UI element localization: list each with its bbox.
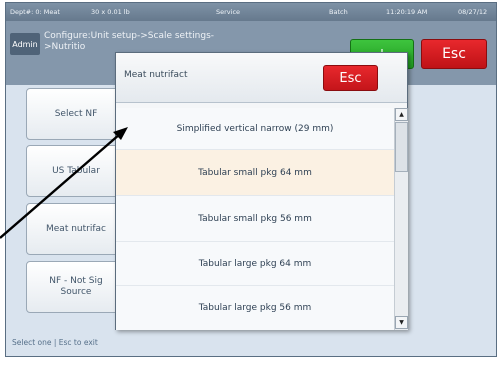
breadcrumb: Configure:Unit setup->Scale settings- >N… (44, 31, 214, 53)
status-batch: Batch (329, 8, 348, 16)
scroll-up-arrow-icon[interactable]: ▲ (395, 108, 408, 121)
list-item[interactable]: Tabular large pkg 56 mm (116, 286, 394, 330)
nf-not-sig-button[interactable]: NF - Not Sig Source (26, 261, 126, 313)
us-tabular-label: US Tabular (52, 165, 100, 176)
footer-hint: Select one | Esc to exit (12, 338, 98, 347)
scroll-down-arrow-icon[interactable]: ▼ (395, 316, 408, 329)
list-item[interactable]: Tabular small pkg 56 mm (116, 196, 394, 242)
list-item-selected[interactable]: Tabular small pkg 64 mm (116, 150, 394, 196)
dialog-header: Meat nutrifact Esc (116, 53, 407, 103)
meat-nutrifact-label: Meat nutrifac (46, 223, 106, 234)
meat-nutrifact-button[interactable]: Meat nutrifac (26, 203, 126, 255)
scale-screen: Dept#: 0: Meat 30 x 0.01 lb Service Batc… (5, 2, 497, 357)
nf-not-sig-label-2: Source (60, 287, 92, 297)
scroll-thumb[interactable] (395, 122, 408, 172)
dialog-escape-button[interactable]: Esc (323, 65, 378, 91)
dialog-title: Meat nutrifact (124, 70, 188, 80)
list-item-label: Tabular small pkg 56 mm (198, 213, 312, 224)
list-item-label: Tabular large pkg 64 mm (198, 258, 312, 269)
meat-nutrifact-dialog: Meat nutrifact Esc Simplified vertical n… (115, 52, 408, 330)
nf-not-sig-label-1: NF - Not Sig (49, 276, 103, 286)
list-item[interactable]: Tabular large pkg 64 mm (116, 242, 394, 286)
list-item-label: Tabular small pkg 64 mm (198, 167, 312, 178)
admin-badge[interactable]: Admin (10, 33, 40, 55)
list-item-label: Tabular large pkg 56 mm (198, 303, 312, 313)
list-item-label: Simplified vertical narrow (29 mm) (176, 123, 334, 134)
us-tabular-button[interactable]: US Tabular (26, 145, 126, 197)
status-time: 11:20:19 AM (386, 8, 428, 16)
status-dept: Dept#: 0: Meat (10, 8, 60, 16)
list-scrollbar[interactable]: ▲ ▼ (394, 108, 408, 330)
format-list: Simplified vertical narrow (29 mm) Tabul… (116, 108, 394, 330)
status-mode: Service (216, 8, 241, 16)
status-bar: Dept#: 0: Meat 30 x 0.01 lb Service Batc… (6, 3, 496, 21)
breadcrumb-line-1: Configure:Unit setup->Scale settings- (44, 31, 215, 41)
select-nf-label: Select NF (54, 108, 98, 119)
escape-button[interactable]: Esc (421, 39, 487, 69)
status-date: 08/27/12 (458, 8, 488, 16)
select-nf-button[interactable]: Select NF (26, 88, 126, 140)
status-capacity: 30 x 0.01 lb (91, 8, 130, 16)
list-item[interactable]: Simplified vertical narrow (29 mm) (116, 108, 394, 150)
